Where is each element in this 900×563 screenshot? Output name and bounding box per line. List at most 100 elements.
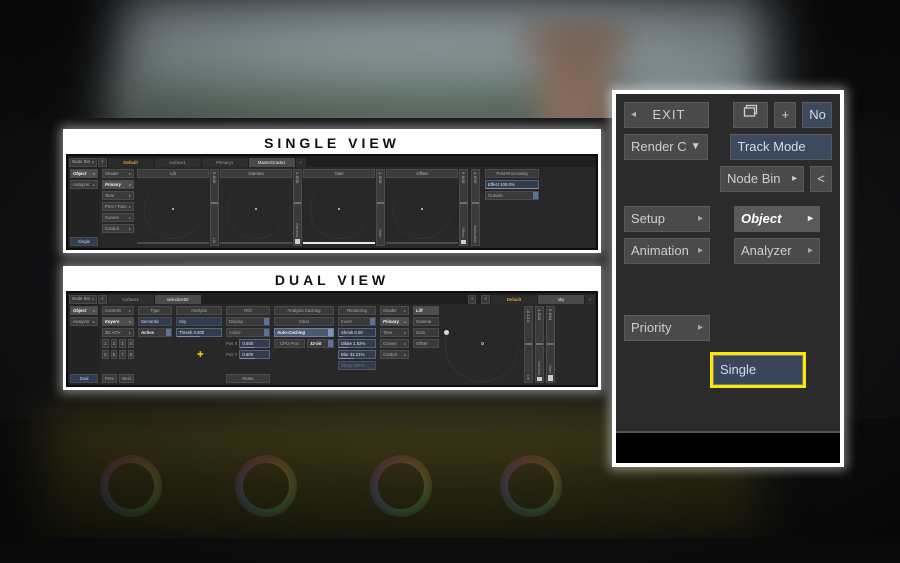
nav-object-button[interactable]: Object ▸ — [70, 306, 98, 315]
dual-lift-handle[interactable] — [525, 343, 532, 345]
analyzer-button[interactable]: Analyzer ▸ — [734, 238, 820, 264]
effect-field[interactable]: Effect 100.0% — [485, 180, 539, 189]
roi-active-toggle[interactable]: Active — [226, 328, 270, 337]
active-toggle[interactable]: Active — [138, 328, 172, 337]
auto-caching-knob[interactable] — [328, 329, 333, 336]
number-button-5[interactable]: 5 — [102, 350, 109, 359]
lift-slider[interactable]: 0.000 Lift — [210, 169, 219, 246]
gain-slider[interactable]: 1.000 Gain — [376, 169, 385, 246]
single-button[interactable]: Single — [713, 355, 803, 385]
dual-lift-slider[interactable]: -0.124 Lift — [524, 306, 533, 383]
nav-single-button[interactable]: Single — [70, 237, 98, 246]
prev-button[interactable]: Prev — [102, 374, 117, 383]
nav-object-button[interactable]: Object ▸ — [70, 169, 98, 178]
track-mode-button[interactable]: Track Mode — [730, 134, 832, 160]
next-button[interactable]: Next — [119, 374, 134, 383]
tab-primary1[interactable]: Primary1 — [201, 157, 248, 167]
sharp-field[interactable]: Sharp 100.0 — [338, 361, 376, 370]
pos-y-field[interactable]: 0.500 — [239, 350, 270, 359]
dual-wheel-marker[interactable] — [444, 329, 449, 335]
offset-track[interactable] — [386, 242, 458, 244]
menu-control-button[interactable]: Control ▸ — [102, 224, 134, 233]
gain-slider-handle[interactable] — [377, 201, 384, 204]
number-button-1[interactable]: 1 — [102, 339, 109, 348]
dual-gamma-handle[interactable] — [536, 343, 543, 345]
gain-wheel[interactable] — [310, 178, 368, 239]
lift-wheel-handle[interactable] — [172, 207, 174, 210]
dual-color-wheel-group[interactable] — [441, 304, 523, 385]
blur-field[interactable]: Blur 32.21% — [338, 350, 376, 359]
dual-wheel-handle[interactable] — [480, 342, 484, 345]
dual-tabbar[interactable]: Node Bin ▸ < surface1 selective50 > < De… — [68, 293, 596, 304]
color-wheel-icon[interactable] — [310, 181, 368, 239]
prev-tab-button[interactable]: < — [98, 157, 107, 167]
tab-surface1[interactable]: surface1 — [107, 294, 154, 304]
gain-wheel-group[interactable]: Gain — [302, 167, 376, 248]
right-prev-tab-button[interactable]: < — [481, 294, 490, 304]
number-button-8[interactable]: 8 — [127, 350, 134, 359]
render-c-dropdown[interactable]: Render C ▼ — [624, 134, 708, 160]
color-wheel-icon[interactable] — [227, 181, 285, 239]
tab-sky[interactable]: sky — [538, 294, 584, 304]
menu-shader-button[interactable]: Shader ▸ — [102, 169, 134, 178]
menu-primary-button[interactable]: Primary ▸ — [102, 180, 134, 189]
lift-slider-handle[interactable] — [211, 201, 218, 204]
grade-tone-button[interactable]: Tone ▸ — [380, 328, 409, 337]
number-button-3[interactable]: 3 — [119, 339, 126, 348]
number-button-2[interactable]: 2 — [110, 339, 117, 348]
tab-default[interactable]: Default — [107, 157, 154, 167]
number-button-6[interactable]: 6 — [110, 350, 117, 359]
node-bin-button[interactable]: Node Bin ▸ — [69, 157, 98, 167]
right-panel[interactable]: ◂ EXIT + No Render C ▼ Track Mode Node B… — [616, 94, 840, 463]
tab-default-right[interactable]: Default — [491, 294, 537, 304]
color-wheel-icon[interactable] — [445, 308, 519, 382]
param-offset-button[interactable]: Offset — [413, 339, 439, 348]
keyers-button[interactable]: Keyers ▸ — [102, 317, 134, 326]
display-toggle[interactable]: Display — [226, 317, 270, 326]
tab-add-button[interactable]: + — [295, 157, 306, 167]
dual-color-wheel[interactable] — [444, 305, 519, 382]
active-knob[interactable] — [166, 329, 171, 336]
cpu-proc-button[interactable]: CPU Proc — [274, 339, 305, 348]
grade-control-button[interactable]: Control ▸ — [380, 350, 409, 359]
offset-slider-handle[interactable] — [460, 201, 467, 204]
number-button-7[interactable]: 7 — [119, 350, 126, 359]
gamma-slider-handle[interactable] — [294, 201, 301, 204]
single-tabbar[interactable]: Node Bin ▸ < Default surface1 Primary1 M… — [68, 156, 596, 167]
lift-wheel[interactable] — [144, 178, 202, 239]
grade-shader-button[interactable]: Shader ▸ — [380, 306, 409, 315]
menu-tone-button[interactable]: Tone ▸ — [102, 191, 134, 200]
number-button-4[interactable]: 4 — [127, 339, 134, 348]
semantic-button[interactable]: Semantic — [138, 317, 172, 326]
nav-analyzer-button[interactable]: Analyzer ▸ — [70, 180, 98, 189]
priority-button[interactable]: Priority ▸ — [624, 315, 710, 341]
param-gamma-button[interactable]: Gamma — [413, 317, 439, 326]
auto-caching-toggle[interactable]: Auto-Caching — [274, 328, 334, 337]
invert-toggle[interactable]: Invert — [338, 317, 376, 326]
offset-wheel-handle[interactable] — [421, 207, 423, 210]
exit-button[interactable]: ◂ EXIT — [624, 102, 709, 128]
stack-button[interactable] — [732, 102, 769, 128]
menu-prim-tone-button[interactable]: Prim / Tone ▸ — [102, 202, 134, 211]
color-wheel-icon[interactable] — [393, 181, 451, 239]
gamma-slider[interactable]: 1.000 Gamma — [293, 169, 302, 246]
tab-selective50[interactable]: selective50 — [154, 294, 201, 304]
gain-wheel-handle[interactable] — [338, 207, 340, 210]
menu-curves-button[interactable]: Curves ▸ — [102, 213, 134, 222]
single-view-ui[interactable]: Node Bin ▸ < Default surface1 Primary1 M… — [68, 156, 596, 248]
object-button[interactable]: Object ▸ — [734, 206, 820, 232]
lift-track[interactable] — [137, 242, 209, 244]
dual-gamma-slider[interactable]: 1.000 Gamma — [535, 306, 544, 383]
shrink-field[interactable]: Shrink 0.00 — [338, 328, 376, 337]
param-lift-button[interactable]: Lift — [413, 306, 439, 315]
dual-view-ui[interactable]: Node Bin ▸ < surface1 selective50 > < De… — [68, 293, 596, 385]
controls-button[interactable]: Controls ▸ — [102, 306, 134, 315]
dilate-field[interactable]: Dilate 1.82% — [338, 339, 376, 348]
animation-button[interactable]: Animation ▸ — [624, 238, 710, 264]
thresh-field[interactable]: Thresh 0.500 — [176, 328, 222, 337]
roi-active-knob[interactable] — [264, 329, 269, 336]
nav-dual-button[interactable]: Dual — [70, 374, 98, 383]
gamma-wheel-handle[interactable] — [255, 207, 257, 210]
prev-tab-button[interactable]: < — [98, 294, 107, 304]
display-knob[interactable] — [264, 318, 269, 325]
